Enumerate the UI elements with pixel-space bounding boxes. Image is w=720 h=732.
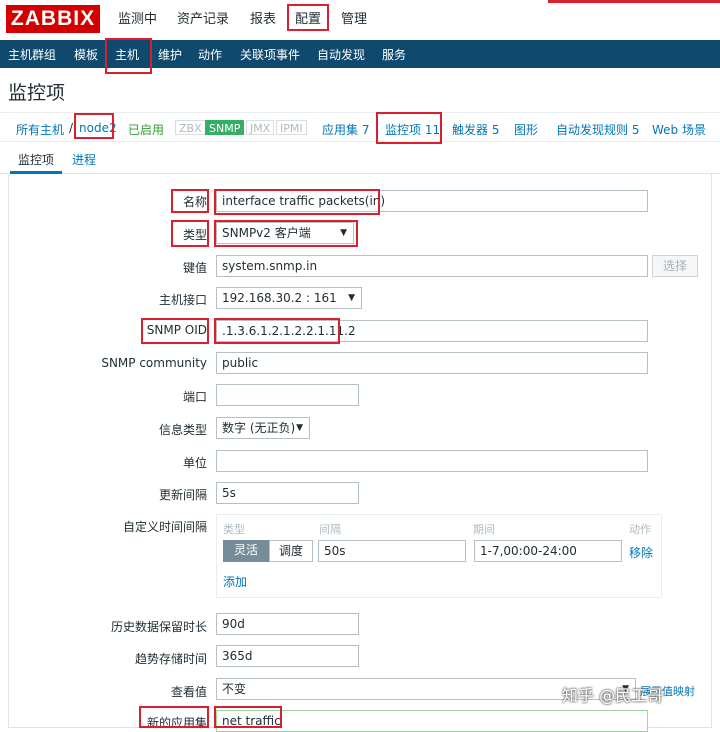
tag-zbx: ZBX — [175, 120, 206, 135]
crumb-separator: / — [69, 121, 74, 135]
tab-item[interactable]: 监控项 — [18, 151, 54, 168]
red-mark — [548, 0, 720, 3]
interval-label: 更新间隔 — [158, 488, 207, 502]
menu-reports[interactable]: 报表 — [250, 8, 276, 27]
tag-ipmi: IPMI — [276, 120, 307, 135]
nav-hostgroups[interactable]: 主机群组 — [8, 46, 56, 63]
select-button[interactable]: 选择 — [652, 255, 698, 277]
trend-input[interactable]: 365d — [216, 645, 359, 667]
highlight-items — [376, 112, 442, 144]
info-type-select[interactable]: 数字 (无正负) — [216, 417, 310, 439]
crumb-applications[interactable]: 应用集 7 — [322, 121, 369, 138]
info-type-label: 信息类型 — [158, 423, 207, 437]
nav-services[interactable]: 服务 — [382, 46, 406, 63]
nav-discovery[interactable]: 自动发现 — [317, 46, 365, 63]
crumb-triggers[interactable]: 触发器 5 — [452, 121, 499, 138]
status-badge[interactable]: 已启用 — [128, 121, 164, 138]
menu-monitoring[interactable]: 监测中 — [118, 8, 157, 27]
highlight-hosts — [105, 38, 152, 74]
highlight-host — [74, 113, 114, 139]
show-value-label: 查看值 — [170, 685, 207, 699]
community-input[interactable]: public — [216, 352, 648, 374]
form-tabs: 监控项 进程 — [0, 142, 720, 174]
highlight-oid-input — [214, 318, 340, 344]
scheduling-toggle[interactable]: 调度 — [269, 540, 313, 562]
menu-inventory[interactable]: 资产记录 — [177, 8, 229, 27]
highlight-oid-label — [141, 318, 209, 344]
highlight-type-select — [214, 220, 358, 247]
crumb-graphs[interactable]: 图形 — [514, 121, 538, 138]
tab-preprocessing[interactable]: 进程 — [72, 151, 96, 168]
trend-label: 趋势存储时间 — [134, 652, 207, 666]
col-interval: 间隔 — [319, 523, 341, 536]
port-input[interactable] — [216, 384, 359, 406]
highlight-name-input — [214, 189, 380, 215]
port-label: 端口 — [182, 390, 207, 404]
highlight-type-label — [171, 220, 209, 247]
highlight-name-label — [171, 189, 209, 213]
flexible-toggle[interactable]: 灵活 — [223, 540, 269, 562]
custom-period-input[interactable]: 1-7,00:00-24:00 — [474, 540, 622, 562]
custom-interval-input[interactable]: 50s — [318, 540, 466, 562]
nav-correlation[interactable]: 关联项事件 — [240, 46, 300, 63]
watermark: 知乎 @民工哥 — [562, 686, 664, 705]
col-type: 类型 — [223, 523, 245, 536]
crumb-all-hosts[interactable]: 所有主机 — [16, 121, 64, 138]
custom-intervals-box: 类型 间隔 期间 动作 灵活 调度 50s 1-7,00:00-24:00 移除… — [216, 514, 662, 598]
tag-snmp: SNMP — [205, 120, 245, 135]
unit-label: 单位 — [182, 456, 207, 470]
remove-link[interactable]: 移除 — [629, 544, 653, 561]
interface-select[interactable]: 192.168.30.2 : 161 — [216, 287, 362, 309]
page-title: 监控项 — [8, 82, 66, 104]
menu-administration[interactable]: 管理 — [341, 8, 367, 27]
key-label: 键值 — [182, 261, 207, 275]
history-input[interactable]: 90d — [216, 613, 359, 635]
nav-maintenance[interactable]: 维护 — [158, 46, 182, 63]
crumb-discovery[interactable]: 自动发现规则 5 — [556, 121, 639, 138]
community-label: SNMP community — [101, 356, 207, 370]
nav-templates[interactable]: 模板 — [74, 46, 98, 63]
interval-input[interactable]: 5s — [216, 482, 359, 504]
zabbix-logo[interactable]: ZABBIX — [6, 5, 100, 33]
crumb-web[interactable]: Web 场景 — [652, 121, 706, 138]
interface-label: 主机接口 — [158, 293, 207, 307]
top-bar: ZABBIX 监测中 资产记录 报表 配置 管理 — [0, 0, 720, 40]
key-input[interactable]: system.snmp.in — [216, 255, 648, 277]
col-action: 动作 — [629, 523, 651, 536]
custom-intervals-label: 自定义时间间隔 — [122, 520, 207, 534]
nav-actions[interactable]: 动作 — [198, 46, 222, 63]
add-link[interactable]: 添加 — [223, 573, 247, 590]
highlight-config — [287, 4, 329, 31]
history-label: 历史数据保留时长 — [110, 620, 207, 634]
tag-jmx: JMX — [246, 120, 275, 135]
unit-input[interactable] — [216, 450, 648, 472]
highlight-new-app-label — [139, 706, 209, 728]
highlight-new-app-input — [214, 706, 282, 728]
col-period: 期间 — [473, 523, 495, 536]
